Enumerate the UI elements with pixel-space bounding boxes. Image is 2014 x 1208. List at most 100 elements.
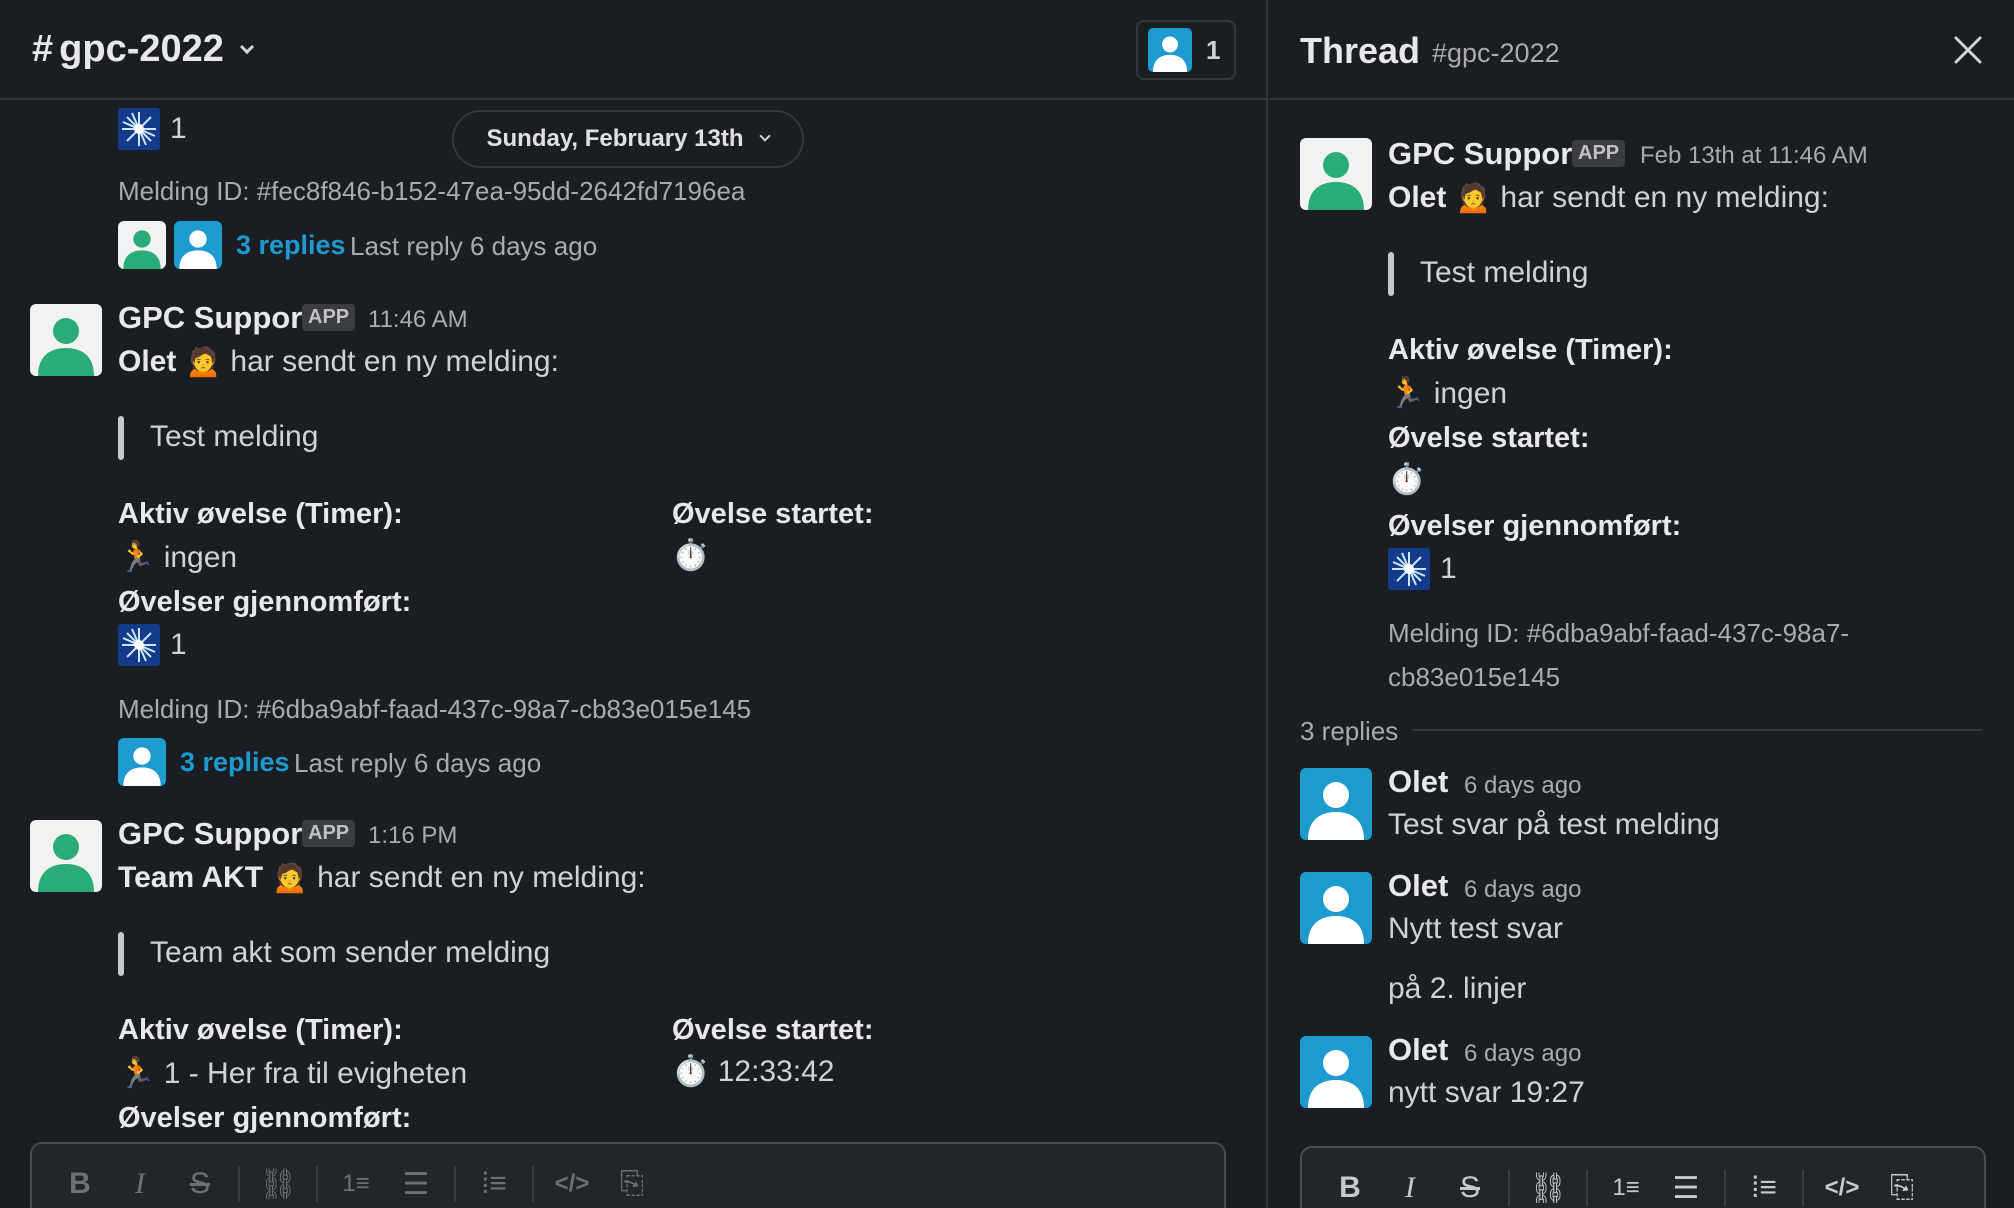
link-icon[interactable]: ⛓	[248, 1162, 308, 1206]
gjennomfort-value: 1	[1440, 552, 1457, 585]
chevron-down-icon	[239, 39, 254, 54]
replies-link[interactable]: 3 replies	[180, 747, 290, 778]
link-icon[interactable]: ⛓	[1518, 1166, 1578, 1208]
code-block-icon[interactable]: ⎘	[1872, 1166, 1932, 1208]
stopwatch-emoji-icon: ⏱️	[1388, 463, 1426, 496]
toolbar-divider	[316, 1166, 318, 1202]
ordered-list-icon[interactable]: 1≡	[326, 1162, 386, 1206]
app-badge: APP	[302, 304, 356, 331]
reply-sender[interactable]: Olet	[1388, 764, 1448, 800]
thread-channel-link[interactable]: #gpc-2022	[1432, 38, 1560, 69]
avatar[interactable]	[30, 304, 102, 376]
melding-id-line1: Melding ID: #6dba9abf-faad-437c-98a7-	[1388, 618, 1850, 648]
bullet-list-icon[interactable]: ☰	[386, 1162, 446, 1206]
chevron-down-icon	[759, 130, 772, 142]
aktiv-label: Aktiv øvelse (Timer):	[118, 498, 403, 530]
reply-time[interactable]: 6 days ago	[1464, 1040, 1581, 1068]
avatar[interactable]	[1300, 1036, 1372, 1108]
thread-title: Thread	[1300, 30, 1421, 71]
italic-icon[interactable]: I	[1380, 1166, 1440, 1208]
thread-composer[interactable]: B I S ⛓ 1≡ ☰ ⁞≡ </> ⎘	[1300, 1146, 1986, 1208]
quote-text: Team akt som sender melding	[150, 936, 551, 969]
reply-sender[interactable]: Olet	[1388, 868, 1448, 904]
aktiv-label: Aktiv øvelse (Timer):	[118, 1014, 403, 1046]
last-reply: Last reply 6 days ago	[350, 231, 598, 261]
channel-pane: # gpc-2022 1 1 Sunday, February 13th Mel…	[0, 0, 1268, 1208]
gjennomfort-label: Øvelser gjennomført:	[1388, 510, 1682, 542]
member-count: 1	[1206, 34, 1221, 65]
member-avatar	[1148, 28, 1192, 72]
sender-name[interactable]: GPC Support	[118, 816, 313, 852]
message-composer[interactable]: B I S ⛓ 1≡ ☰ ⁞≡ </> ⎘	[30, 1142, 1226, 1208]
members-button[interactable]: 1	[1136, 20, 1236, 80]
strikethrough-icon[interactable]: S	[170, 1162, 230, 1206]
reply-count: 3 replies	[1300, 716, 1399, 746]
startet-label: Øvelse startet:	[1388, 422, 1590, 454]
runner-emoji-icon: 🏃	[118, 1057, 156, 1090]
user-name: Team AKT	[118, 861, 264, 894]
aktiv-value: ingen	[163, 541, 238, 574]
person-emoji-icon: 🙍	[1454, 181, 1493, 214]
toolbar-divider	[1586, 1170, 1588, 1206]
quote-bar	[118, 416, 124, 460]
quote-text: Test melding	[1420, 256, 1589, 289]
user-name: Olet	[118, 345, 177, 378]
sender-name[interactable]: GPC Support	[118, 300, 313, 336]
code-icon[interactable]: </>	[1812, 1166, 1872, 1208]
strikethrough-icon[interactable]: S	[1440, 1166, 1500, 1208]
last-reply: Last reply 6 days ago	[294, 748, 542, 778]
date-divider-button[interactable]: Sunday, February 13th	[452, 110, 804, 168]
reply-text: nytt svar 19:27	[1388, 1076, 1585, 1109]
code-icon[interactable]: </>	[542, 1162, 602, 1206]
replies-divider	[1412, 729, 1982, 731]
code-block-icon[interactable]: ⎘	[602, 1162, 662, 1206]
app-badge: APP	[1572, 140, 1626, 167]
reply-avatar-blue[interactable]	[118, 738, 166, 786]
bullet-list-icon[interactable]: ☰	[1656, 1166, 1716, 1208]
bold-icon[interactable]: B	[50, 1162, 110, 1206]
toolbar-divider	[1508, 1170, 1510, 1206]
melding-id: Melding ID: #6dba9abf-faad-437c-98a7-cb8…	[118, 694, 752, 724]
toolbar-divider	[1724, 1170, 1726, 1206]
person-emoji-icon: 🙍	[271, 861, 309, 894]
reply-sender[interactable]: Olet	[1388, 1032, 1448, 1068]
runner-emoji-icon: 🏃	[118, 541, 156, 574]
avatar[interactable]	[30, 820, 102, 892]
avatar[interactable]	[1300, 768, 1372, 840]
timestamp[interactable]: 1:16 PM	[368, 822, 457, 850]
startet-label: Øvelse startet:	[672, 1014, 874, 1046]
aktiv-value: ingen	[1433, 377, 1508, 410]
timestamp[interactable]: Feb 13th at 11:46 AM	[1640, 142, 1868, 170]
replies-link[interactable]: 3 replies	[236, 230, 346, 261]
avatar[interactable]	[1300, 872, 1372, 944]
avatar[interactable]	[1300, 138, 1372, 210]
person-emoji-icon: 🙍	[184, 345, 223, 378]
message-text: har sendt en ny melding:	[317, 861, 646, 894]
italic-icon[interactable]: I	[110, 1162, 170, 1206]
aktiv-label: Aktiv øvelse (Timer):	[1388, 334, 1673, 366]
channel-title: gpc-2022	[59, 28, 224, 70]
ordered-list-icon[interactable]: 1≡	[1596, 1166, 1656, 1208]
toolbar-divider	[532, 1166, 534, 1202]
thread-pane: Thread #gpc-2022 GPC Support APP Feb 13t…	[1270, 0, 2014, 1208]
reply-time[interactable]: 6 days ago	[1464, 876, 1581, 904]
channel-name-button[interactable]: # gpc-2022	[32, 28, 254, 71]
stopwatch-emoji-icon: ⏱️	[672, 1055, 710, 1088]
bold-icon[interactable]: B	[1320, 1166, 1380, 1208]
reply-text: Test svar på test melding	[1388, 808, 1720, 841]
toolbar-divider	[454, 1166, 456, 1202]
reply-avatar-blue[interactable]	[174, 221, 222, 269]
blockquote-icon[interactable]: ⁞≡	[464, 1162, 524, 1206]
reply-time[interactable]: 6 days ago	[1464, 772, 1581, 800]
message-text: har sendt en ny melding:	[1500, 181, 1829, 214]
sender-name[interactable]: GPC Support	[1388, 136, 1583, 172]
gjennomfort-label: Øvelser gjennomført:	[118, 586, 412, 618]
sparkle-icon	[118, 108, 160, 150]
stopwatch-emoji-icon: ⏱️	[672, 539, 710, 572]
reply-avatar-green[interactable]	[118, 221, 166, 269]
channel-header: # gpc-2022 1	[0, 0, 1266, 100]
blockquote-icon[interactable]: ⁞≡	[1734, 1166, 1794, 1208]
channel-hash: #	[32, 28, 54, 70]
close-icon[interactable]	[1950, 32, 1986, 68]
timestamp[interactable]: 11:46 AM	[368, 306, 468, 334]
